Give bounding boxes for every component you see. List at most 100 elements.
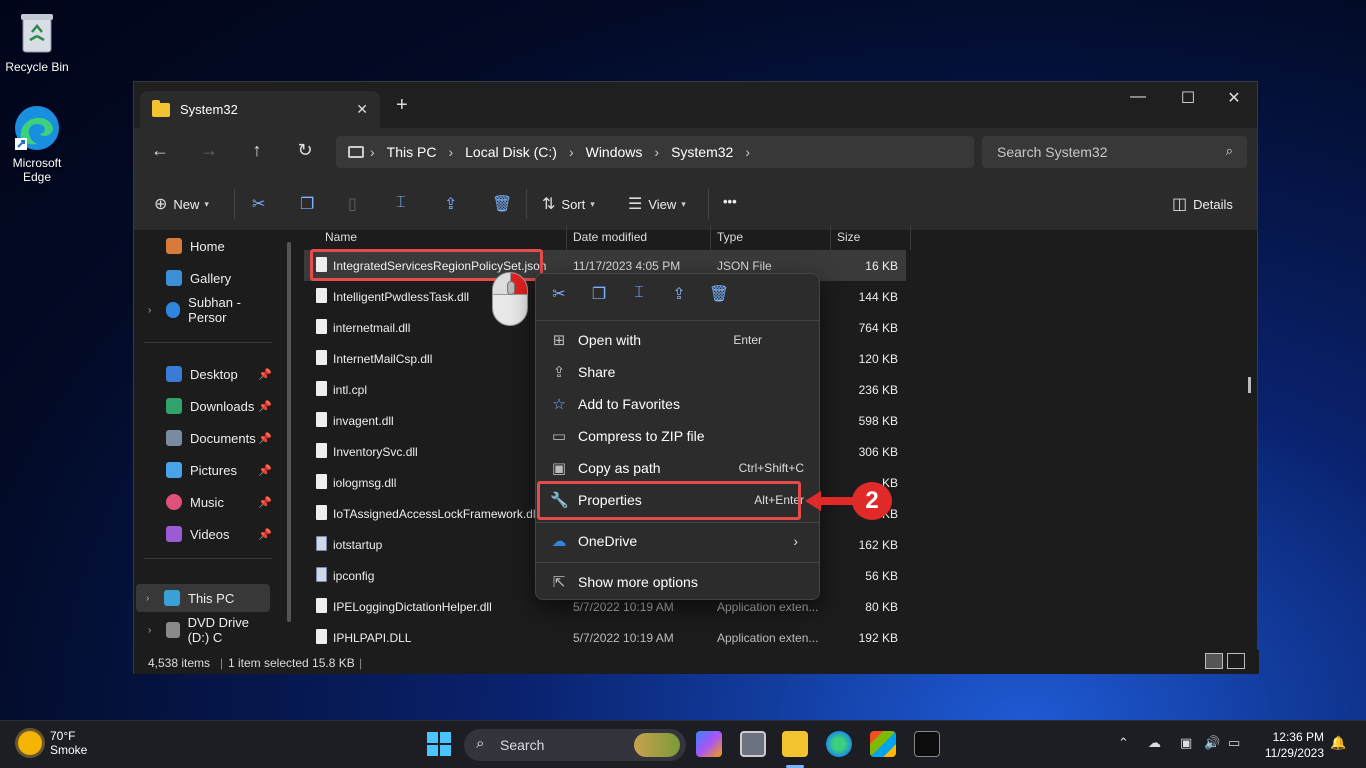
file-name: IPELoggingDictationHelper.dll bbox=[333, 600, 492, 614]
menu-item-share[interactable]: ⇪ Share bbox=[542, 357, 814, 387]
column-header-size[interactable]: Size bbox=[837, 230, 860, 244]
onedrive-tray-icon[interactable]: ☁ bbox=[1148, 735, 1161, 751]
view-button[interactable]: ☰ View ▾ bbox=[628, 194, 686, 214]
network-icon[interactable]: ▣ bbox=[1180, 735, 1192, 751]
arrow-left-icon bbox=[805, 491, 857, 511]
sidebar-item-pictures[interactable]: Pictures 📌 bbox=[138, 456, 272, 484]
sidebar-item-videos[interactable]: Videos 📌 bbox=[138, 520, 272, 548]
copy-icon: ❐ bbox=[300, 196, 315, 213]
divider bbox=[710, 225, 711, 250]
tab-system32[interactable]: System32 ✕ bbox=[140, 91, 380, 128]
sidebar-item-home[interactable]: Home bbox=[138, 232, 272, 260]
battery-icon[interactable]: ▭ bbox=[1228, 735, 1240, 751]
menu-item-add-to-favorites[interactable]: ☆ Add to Favorites bbox=[542, 389, 814, 419]
edge-icon[interactable] bbox=[826, 731, 852, 757]
file-date: 11/17/2023 4:05 PM bbox=[573, 259, 681, 273]
scissors-icon[interactable]: ✂ bbox=[548, 284, 570, 306]
breadcrumb-local-disk[interactable]: Local Disk (C:) bbox=[465, 144, 557, 160]
column-header-date[interactable]: Date modified bbox=[573, 230, 647, 244]
search-input[interactable]: Search System32 ⌕ bbox=[982, 136, 1247, 168]
taskbar-search[interactable]: ⌕ Search bbox=[464, 729, 686, 761]
column-header-type[interactable]: Type bbox=[717, 230, 743, 244]
sort-button[interactable]: ⇅ Sort ▾ bbox=[542, 194, 595, 214]
delete-button[interactable]: 🗑 bbox=[492, 194, 518, 214]
chevron-right-icon: › bbox=[654, 144, 660, 160]
address-bar[interactable]: › This PC › Local Disk (C:) › Windows › … bbox=[336, 136, 974, 168]
minimize-button[interactable]: — bbox=[1115, 88, 1161, 106]
weather-widget[interactable]: 70°F Smoke bbox=[18, 729, 87, 757]
new-tab-button[interactable]: + bbox=[396, 94, 408, 117]
context-menu: ✂ ❐ ⌶ ⇪ 🗑 ⊞ Open with Enter ⇪ Share ☆ Ad… bbox=[535, 273, 820, 600]
file-icon bbox=[316, 350, 327, 365]
file-list-scrollbar[interactable] bbox=[1248, 377, 1251, 393]
chevron-down-icon: ▾ bbox=[204, 198, 209, 209]
chevron-right-icon: › bbox=[148, 304, 152, 316]
breadcrumb-this-pc[interactable]: This PC bbox=[387, 144, 437, 160]
notification-bell-icon[interactable]: 🔔 bbox=[1330, 735, 1346, 751]
sidebar-item-label: Desktop bbox=[190, 366, 238, 382]
sidebar-item-documents[interactable]: Documents 📌 bbox=[138, 424, 272, 452]
sidebar-item-downloads[interactable]: Downloads 📌 bbox=[138, 392, 272, 420]
gallery-icon bbox=[166, 270, 182, 286]
sidebar-item-label: Documents bbox=[190, 430, 256, 446]
menu-item-copy-as-path[interactable]: ▣ Copy as path Ctrl+Shift+C bbox=[542, 453, 814, 483]
start-button[interactable] bbox=[426, 731, 452, 757]
file-explorer-taskbar-icon[interactable] bbox=[782, 731, 808, 757]
copy-icon[interactable]: ❐ bbox=[588, 284, 610, 306]
tab-close-icon[interactable]: ✕ bbox=[356, 101, 368, 118]
chevron-up-icon[interactable]: ⌃ bbox=[1118, 735, 1129, 751]
title-bar: System32 ✕ + — ☐ ✕ bbox=[134, 82, 1257, 128]
cut-button[interactable]: ✂ bbox=[252, 194, 271, 214]
share-icon[interactable]: ⇪ bbox=[668, 284, 690, 306]
breadcrumb-system32[interactable]: System32 bbox=[671, 144, 733, 160]
breadcrumb-windows[interactable]: Windows bbox=[586, 144, 643, 160]
mouse-right-click-icon bbox=[492, 272, 528, 326]
back-button[interactable]: ← bbox=[148, 140, 172, 161]
menu-item-onedrive[interactable]: ☁ OneDrive › bbox=[542, 526, 814, 556]
status-bar: 4,538 items | 1 item selected 15.8 KB | bbox=[134, 650, 1259, 674]
store-icon[interactable] bbox=[870, 731, 896, 757]
forward-button[interactable]: → bbox=[197, 140, 221, 161]
menu-item-compress-zip[interactable]: ▭ Compress to ZIP file bbox=[542, 421, 814, 451]
copilot-icon[interactable] bbox=[696, 731, 722, 757]
rename-icon[interactable]: ⌶ bbox=[628, 284, 650, 306]
task-view-icon[interactable] bbox=[740, 731, 766, 757]
share-button[interactable]: ⇪ bbox=[444, 194, 463, 214]
details-view-button[interactable] bbox=[1205, 653, 1223, 669]
volume-icon[interactable]: 🔊 bbox=[1204, 735, 1220, 751]
chevron-right-icon: › bbox=[448, 144, 454, 160]
menu-item-open-with[interactable]: ⊞ Open with Enter bbox=[542, 325, 814, 355]
divider bbox=[234, 189, 235, 219]
chevron-down-icon: ▾ bbox=[590, 198, 595, 209]
more-options-button[interactable]: ••• bbox=[723, 194, 737, 209]
table-row[interactable]: IPHLPAPI.DLL 5/7/2022 10:19 AM Applicati… bbox=[304, 622, 906, 653]
desktop-icon-recycle-bin[interactable]: Recycle Bin bbox=[1, 8, 73, 74]
divider bbox=[536, 562, 819, 563]
refresh-button[interactable]: ↻ bbox=[293, 140, 317, 161]
sidebar-item-gallery[interactable]: Gallery bbox=[138, 264, 272, 292]
new-button[interactable]: ⊕ New ▾ bbox=[154, 194, 209, 214]
sidebar-scrollbar[interactable] bbox=[287, 242, 291, 622]
up-button[interactable]: ↑ bbox=[245, 140, 269, 161]
column-header-name[interactable]: Name bbox=[325, 230, 357, 244]
rename-button[interactable]: ⌶ bbox=[396, 194, 412, 212]
copy-button[interactable]: ❐ bbox=[300, 194, 320, 214]
terminal-icon[interactable] bbox=[914, 731, 940, 757]
sidebar-item-music[interactable]: Music 📌 bbox=[138, 488, 272, 516]
sidebar-item-onedrive[interactable]: › Subhan - Persor bbox=[138, 295, 272, 325]
tiles-view-button[interactable] bbox=[1227, 653, 1245, 669]
menu-item-show-more-options[interactable]: ⇱ Show more options bbox=[542, 567, 814, 597]
clock[interactable]: 12:36 PM 11/29/2023 bbox=[1256, 729, 1324, 761]
sidebar-item-dvd-drive[interactable]: › DVD Drive (D:) C bbox=[138, 615, 272, 645]
details-pane-button[interactable]: ◫ Details bbox=[1172, 194, 1233, 214]
sidebar-item-desktop[interactable]: Desktop 📌 bbox=[138, 360, 272, 388]
file-name: IoTAssignedAccessLockFramework.dll bbox=[333, 507, 539, 521]
paste-button[interactable]: ▯ bbox=[348, 194, 363, 214]
maximize-button[interactable]: ☐ bbox=[1165, 88, 1211, 108]
sidebar-item-this-pc[interactable]: › This PC bbox=[136, 584, 270, 612]
sidebar-item-label: Gallery bbox=[190, 270, 232, 286]
menu-item-label: Compress to ZIP file bbox=[578, 428, 705, 444]
desktop-icon-edge[interactable]: Microsoft Edge bbox=[1, 104, 73, 184]
close-button[interactable]: ✕ bbox=[1211, 88, 1257, 108]
trash-icon[interactable]: 🗑 bbox=[708, 284, 730, 306]
